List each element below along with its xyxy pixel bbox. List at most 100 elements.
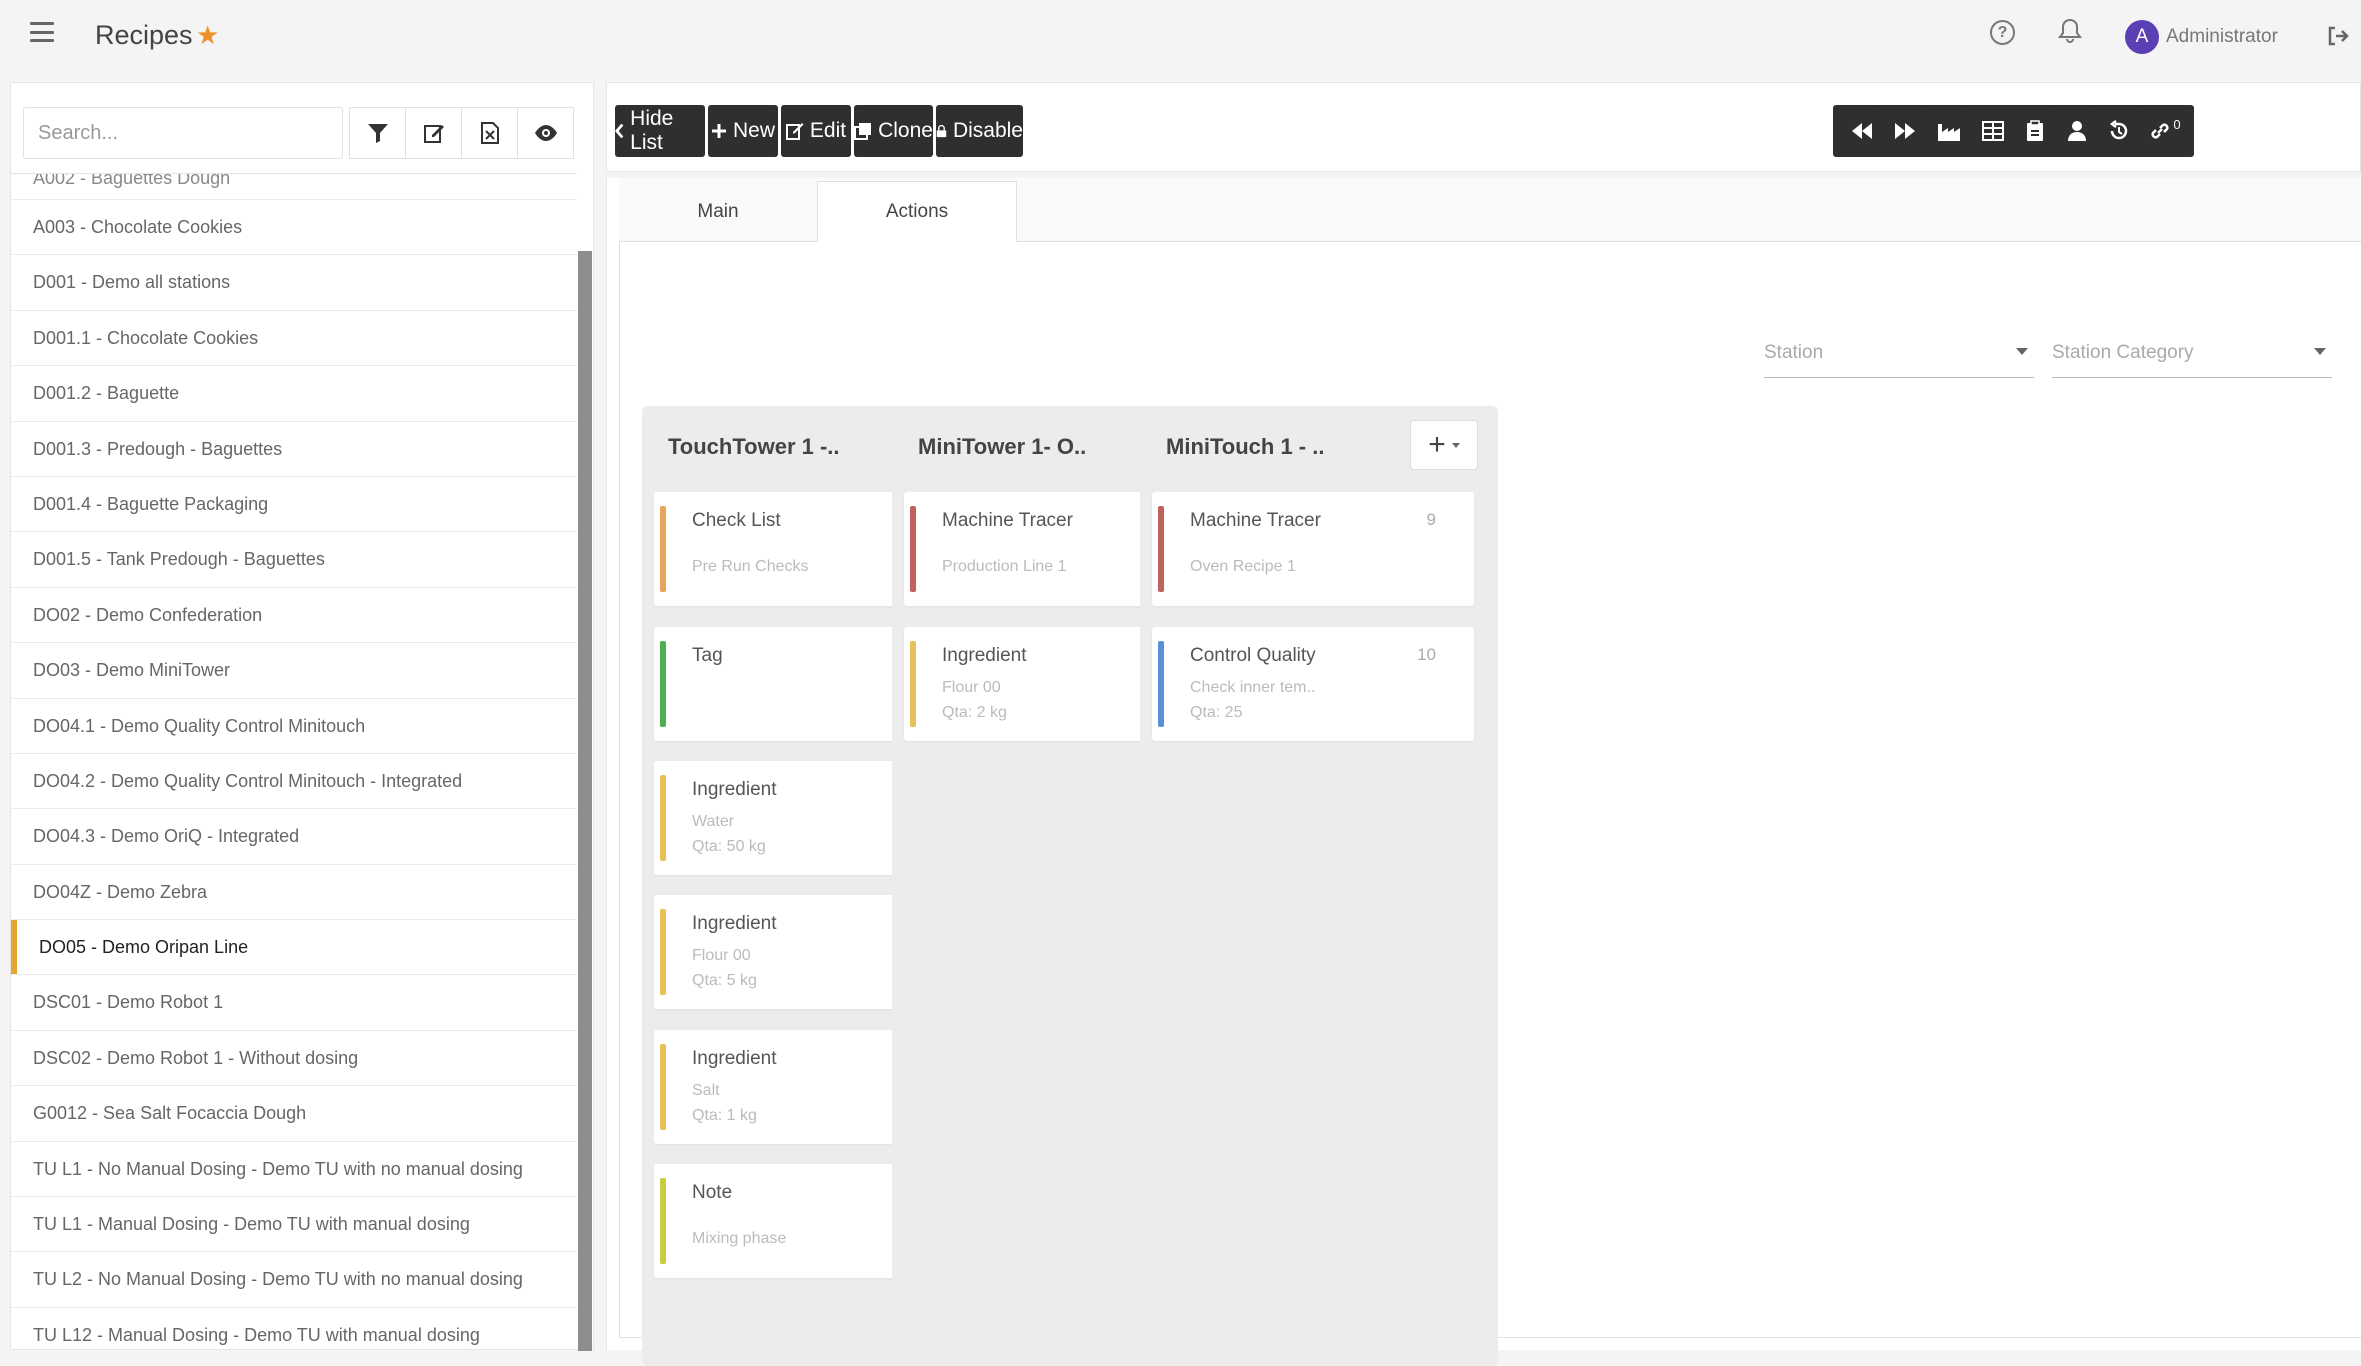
logout-icon[interactable] [2326,24,2350,53]
sidebar-tools [349,107,574,159]
card-subtitle: Salt [692,1081,720,1099]
card-subtitle: Production Line 1 [942,558,1067,576]
chevron-left-icon [615,123,624,139]
plus-icon [711,124,726,138]
star-icon[interactable]: ★ [196,20,219,51]
card-title: Machine Tracer [942,510,1073,532]
list-item[interactable]: A002 - Baguettes Dough [11,174,577,200]
station-select[interactable]: Station [1764,342,2034,378]
card-color-bar [660,775,666,861]
avatar[interactable]: A [2125,20,2159,54]
menu-icon[interactable] [30,22,54,42]
caret-down-icon [2016,348,2028,355]
export-excel-button[interactable] [461,107,518,159]
column-title: TouchTower 1 -.. [668,434,840,459]
list-item[interactable]: DO04.2 - Demo Quality Control Minitouch … [11,754,577,810]
card-title: Ingredient [692,913,777,935]
list-item[interactable]: DO02 - Demo Confederation [11,588,577,644]
links-badge: 0 [2173,116,2181,132]
list-item[interactable]: TU L12 - Manual Dosing - Demo TU with ma… [11,1308,577,1351]
list-item[interactable]: D001.4 - Baguette Packaging [11,477,577,533]
page-title: Recipes [95,20,193,50]
column-title: MiniTouch 1 - .. [1166,434,1325,459]
list-item[interactable]: DO04.1 - Demo Quality Control Minitouch [11,699,577,754]
station-category-select[interactable]: Station Category [2052,342,2332,378]
card-color-bar [660,1178,666,1265]
card-subtitle: Flour 00 [692,947,751,965]
view-button[interactable] [517,107,574,159]
file-excel-icon [480,122,499,144]
card-color-bar [660,1043,666,1130]
tab-bar: Main Actions [619,178,2361,243]
list-item[interactable]: DO05 - Demo Oripan Line [11,920,577,976]
actions-content: Station Station Category TouchTower 1 -.… [619,242,2361,1366]
user-name[interactable]: Administrator [2166,26,2278,48]
list-item[interactable]: TU L1 - Manual Dosing - Demo TU with man… [11,1197,577,1253]
search-input[interactable] [23,107,343,159]
card-title: Control Quality [1190,644,1316,666]
list-scrollbar[interactable] [578,251,592,1351]
card-quantity: Qta: 2 kg [942,703,1007,721]
clone-button[interactable]: Clone [854,105,933,157]
card-quantity: Qta: 1 kg [692,1106,757,1124]
list-item[interactable]: D001.5 - Tank Predough - Baguettes [11,532,577,588]
links-button[interactable]: 0 [2136,105,2194,157]
card-color-bar [910,506,916,593]
card-subtitle: Water [692,813,735,830]
edit-button[interactable]: Edit [781,105,851,157]
caret-down-icon [1451,442,1460,448]
card-subtitle: Pre Run Checks [692,558,809,576]
toolbar: Hide List New Edit Clone Disable 0 [606,82,2361,172]
tab-actions[interactable]: Actions [817,181,1017,243]
card-title: Machine Tracer [1190,510,1321,532]
list-item[interactable]: DO03 - Demo MiniTower [11,643,577,699]
list-item[interactable]: D001 - Demo all stations [11,255,577,311]
station-column: MiniTouch 1 - .. + Machine Tracer 9 Oven Rec… [1140,406,1498,1366]
add-action-button[interactable]: + [1410,420,1478,470]
user-icon [2068,121,2086,141]
card-quantity: Qta: 25 [1190,703,1243,721]
filter-icon [367,124,388,143]
edit-list-button[interactable] [405,107,462,159]
table-icon [1982,121,2004,141]
action-card[interactable]: Control Quality 10 Check inner tem.. Qta: 2… [1152,626,1474,741]
list-item[interactable]: G0012 - Sea Salt Focaccia Dough [11,1086,577,1142]
list-item[interactable]: DO04.3 - Demo OriQ - Integrated [11,809,577,865]
card-color-bar [660,506,666,593]
list-item[interactable]: D001.1 - Chocolate Cookies [11,311,577,367]
list-item[interactable]: TU L1 - No Manual Dosing - Demo TU with … [11,1142,577,1198]
list-item[interactable]: TU L2 - No Manual Dosing - Demo TU with … [11,1252,577,1308]
list-item[interactable]: DSC01 - Demo Robot 1 [11,975,577,1031]
card-subtitle: Mixing phase [692,1230,787,1248]
column-title: MiniTower 1- O.. [918,434,1087,459]
forward-icon [1895,123,1915,139]
caret-down-icon [2314,348,2326,355]
industry-icon [1938,124,1960,141]
eye-icon [534,125,557,141]
bell-icon[interactable] [2058,18,2082,49]
disable-button[interactable]: Disable [936,105,1023,157]
list-item[interactable]: D001.2 - Baguette [11,366,577,422]
recipe-sidebar: A002 - Baguettes DoughA003 - Chocolate C… [10,82,594,1351]
action-card[interactable]: Machine Tracer 9 Oven Recipe 1 [1152,492,1474,607]
lock-icon [936,124,947,138]
main-panel: Main Actions Station Station Category To… [606,178,2361,1366]
card-color-bar [660,640,666,727]
hide-list-button[interactable]: Hide List [615,105,705,157]
help-icon[interactable]: ? [1990,20,2015,45]
link-icon [2151,123,2169,139]
filter-button[interactable] [349,107,406,159]
list-item[interactable]: A003 - Chocolate Cookies [11,200,577,256]
card-subtitle: Oven Recipe 1 [1190,558,1296,576]
card-title: Note [692,1182,733,1204]
tab-main[interactable]: Main [619,181,817,243]
edit-icon [785,123,804,140]
backward-icon [1852,123,1872,139]
new-button[interactable]: New [708,105,778,157]
list-item[interactable]: D001.3 - Predough - Baguettes [11,422,577,477]
card-quantity: Qta: 50 kg [692,838,766,855]
list-item[interactable]: DSC02 - Demo Robot 1 - Without dosing [11,1031,577,1087]
card-color-bar [1158,506,1164,593]
history-icon [2109,120,2128,140]
list-item[interactable]: DO04Z - Demo Zebra [11,865,577,921]
